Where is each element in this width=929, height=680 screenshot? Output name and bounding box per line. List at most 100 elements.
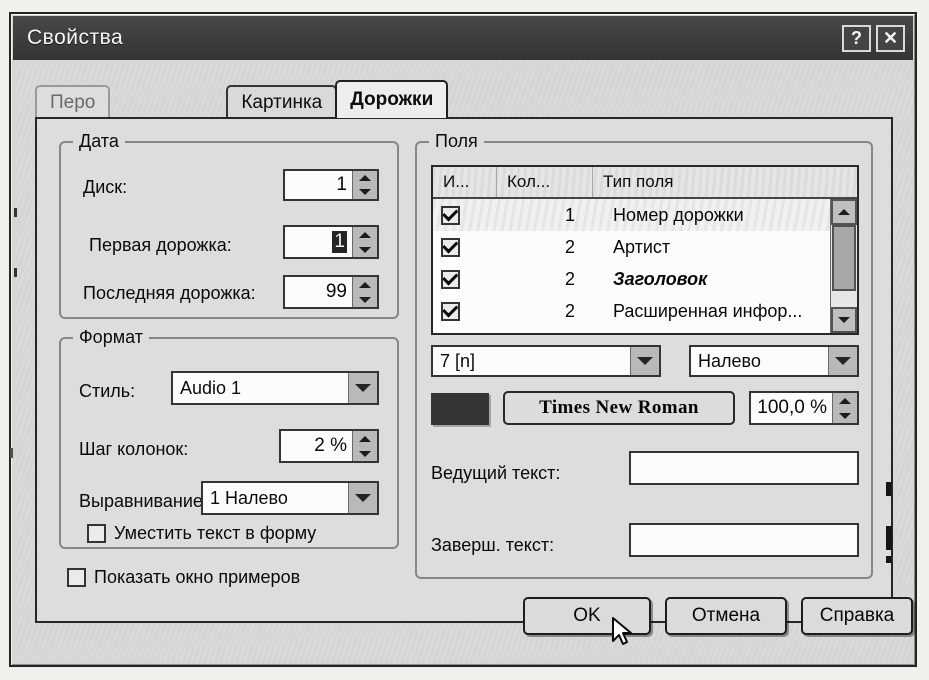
row-checkbox[interactable]	[433, 205, 497, 225]
checkbox-icon[interactable]	[441, 205, 460, 225]
spinner-disk[interactable]: 1	[283, 169, 379, 201]
spinner-up-icon[interactable]	[353, 171, 377, 185]
checkbox-icon[interactable]	[441, 269, 460, 289]
row-count: 2	[564, 236, 575, 257]
row-field-type: Заголовок	[613, 268, 708, 289]
row-checkbox[interactable]	[433, 269, 497, 289]
group-data-legend: Дата	[73, 131, 125, 152]
table-row[interactable]: 2 Артист	[433, 231, 857, 263]
group-format-legend: Формат	[73, 327, 149, 348]
row-field-type: Номер дорожки	[613, 204, 744, 225]
spinner-last-track-buttons[interactable]	[352, 277, 377, 307]
group-fields: Поля И... Кол... Тип поля 1 Номер дорожк…	[415, 131, 873, 579]
spinner-font-scale-buttons[interactable]	[832, 393, 857, 423]
chevron-down-icon[interactable]	[348, 373, 377, 403]
spinner-down-icon[interactable]	[353, 446, 377, 461]
checkbox-fit-text-label: Уместить текст в форму	[114, 523, 317, 543]
combo-alignment[interactable]: 1 Налево	[201, 481, 379, 515]
label-column-step: Шаг колонок:	[79, 439, 189, 459]
dialog-client-area: Перо Картинка Дорожки Дата Диск: 1 Перва…	[13, 60, 913, 663]
column-header-count[interactable]: Кол...	[497, 167, 593, 197]
cancel-button[interactable]: Отмена	[665, 597, 787, 635]
label-disk: Диск:	[83, 177, 128, 197]
combo-field-align[interactable]: Налево	[689, 345, 859, 377]
spinner-column-step-value: 2 %	[314, 435, 347, 456]
trailing-text-input[interactable]	[629, 523, 859, 557]
label-alignment: Выравнивание:	[79, 491, 208, 511]
spinner-disk-buttons[interactable]	[352, 171, 377, 199]
spinner-last-track[interactable]: 99	[283, 275, 379, 309]
scan-artifact	[10, 448, 13, 458]
row-count: 1	[564, 204, 575, 225]
spinner-down-icon[interactable]	[353, 185, 377, 199]
row-checkbox[interactable]	[433, 237, 497, 257]
font-button[interactable]: Times New Roman	[503, 391, 735, 425]
spinner-disk-value: 1	[336, 174, 347, 195]
checkbox-fit-text[interactable]: Уместить текст в форму	[87, 523, 316, 544]
listview-scrollbar[interactable]	[830, 199, 857, 333]
scan-artifact	[14, 268, 17, 277]
spinner-up-icon[interactable]	[353, 277, 377, 292]
label-leading-text: Ведущий текст:	[431, 463, 561, 483]
scrollbar-thumb[interactable]	[832, 225, 856, 291]
checkbox-fit-text-box[interactable]	[87, 524, 106, 543]
combo-field-width-value: 7 [n]	[440, 350, 476, 371]
table-row[interactable]: 2 Заголовок	[433, 263, 857, 295]
scan-artifact	[886, 526, 892, 550]
tab-dorozhki[interactable]: Дорожки	[335, 80, 449, 118]
spinner-first-track-buttons[interactable]	[352, 227, 377, 257]
row-count: 2	[564, 300, 575, 321]
column-header-index[interactable]: И...	[433, 167, 497, 197]
spinner-down-icon[interactable]	[353, 242, 377, 257]
column-header-type[interactable]: Тип поля	[593, 167, 857, 197]
checkbox-icon[interactable]	[441, 301, 460, 321]
leading-text-input[interactable]	[629, 451, 859, 485]
scrollbar-track[interactable]	[831, 225, 857, 307]
tab-page-tracks: Дата Диск: 1 Первая дорожка: 1 Последняя…	[35, 117, 893, 623]
spinner-last-track-value: 99	[325, 281, 347, 302]
ok-button[interactable]: OK	[523, 597, 651, 635]
listview-header: И... Кол... Тип поля	[433, 167, 857, 199]
tab-kartinka[interactable]: Картинка	[226, 85, 338, 118]
tab-pero[interactable]: Перо	[35, 85, 111, 118]
checkbox-icon[interactable]	[441, 237, 460, 257]
spinner-column-step-buttons[interactable]	[352, 431, 377, 461]
close-icon[interactable]: ✕	[876, 24, 905, 52]
combo-field-width[interactable]: 7 [n]	[431, 345, 661, 377]
label-last-track: Последняя дорожка:	[83, 283, 256, 303]
spinner-first-track[interactable]: 1	[283, 225, 379, 259]
scroll-up-icon[interactable]	[831, 199, 857, 225]
chevron-down-icon[interactable]	[828, 347, 857, 375]
listview-body: 1 Номер дорожки 2 Артист 2 Заголовок 2 Р…	[433, 199, 857, 333]
spinner-column-step[interactable]: 2 %	[279, 429, 379, 463]
scroll-down-icon[interactable]	[831, 307, 857, 333]
row-field-type: Расширенная инфор...	[613, 300, 803, 321]
title-bar: Свойства ? ✕	[13, 16, 913, 60]
help-button[interactable]: Справка	[801, 597, 913, 635]
chevron-down-icon[interactable]	[348, 483, 377, 513]
spinner-down-icon[interactable]	[833, 408, 857, 423]
window-title: Свойства	[27, 26, 124, 49]
spinner-font-scale-value: 100,0 %	[757, 397, 827, 418]
spinner-up-icon[interactable]	[353, 431, 377, 446]
row-checkbox[interactable]	[433, 301, 497, 321]
scan-artifact	[886, 482, 891, 496]
combo-style[interactable]: Audio 1	[171, 371, 379, 405]
table-row[interactable]: 1 Номер дорожки	[433, 199, 857, 231]
font-color-swatch[interactable]	[431, 393, 489, 425]
group-data: Дата Диск: 1 Первая дорожка: 1 Последняя…	[59, 131, 399, 319]
label-style: Стиль:	[79, 381, 136, 401]
scan-artifact	[886, 556, 891, 563]
spinner-up-icon[interactable]	[353, 227, 377, 242]
chevron-down-icon[interactable]	[630, 347, 659, 375]
spinner-up-icon[interactable]	[833, 393, 857, 408]
combo-alignment-value: 1 Налево	[210, 487, 288, 508]
row-count: 2	[564, 268, 575, 289]
fields-listview[interactable]: И... Кол... Тип поля 1 Номер дорожки 2 А…	[431, 165, 859, 335]
group-format: Формат Стиль: Audio 1 Шаг колонок: 2 % В…	[59, 327, 399, 549]
help-icon[interactable]: ?	[842, 24, 871, 52]
spinner-down-icon[interactable]	[353, 292, 377, 307]
spinner-font-scale[interactable]: 100,0 %	[749, 391, 859, 425]
label-first-track: Первая дорожка:	[89, 235, 232, 255]
table-row[interactable]: 2 Расширенная инфор...	[433, 295, 857, 327]
